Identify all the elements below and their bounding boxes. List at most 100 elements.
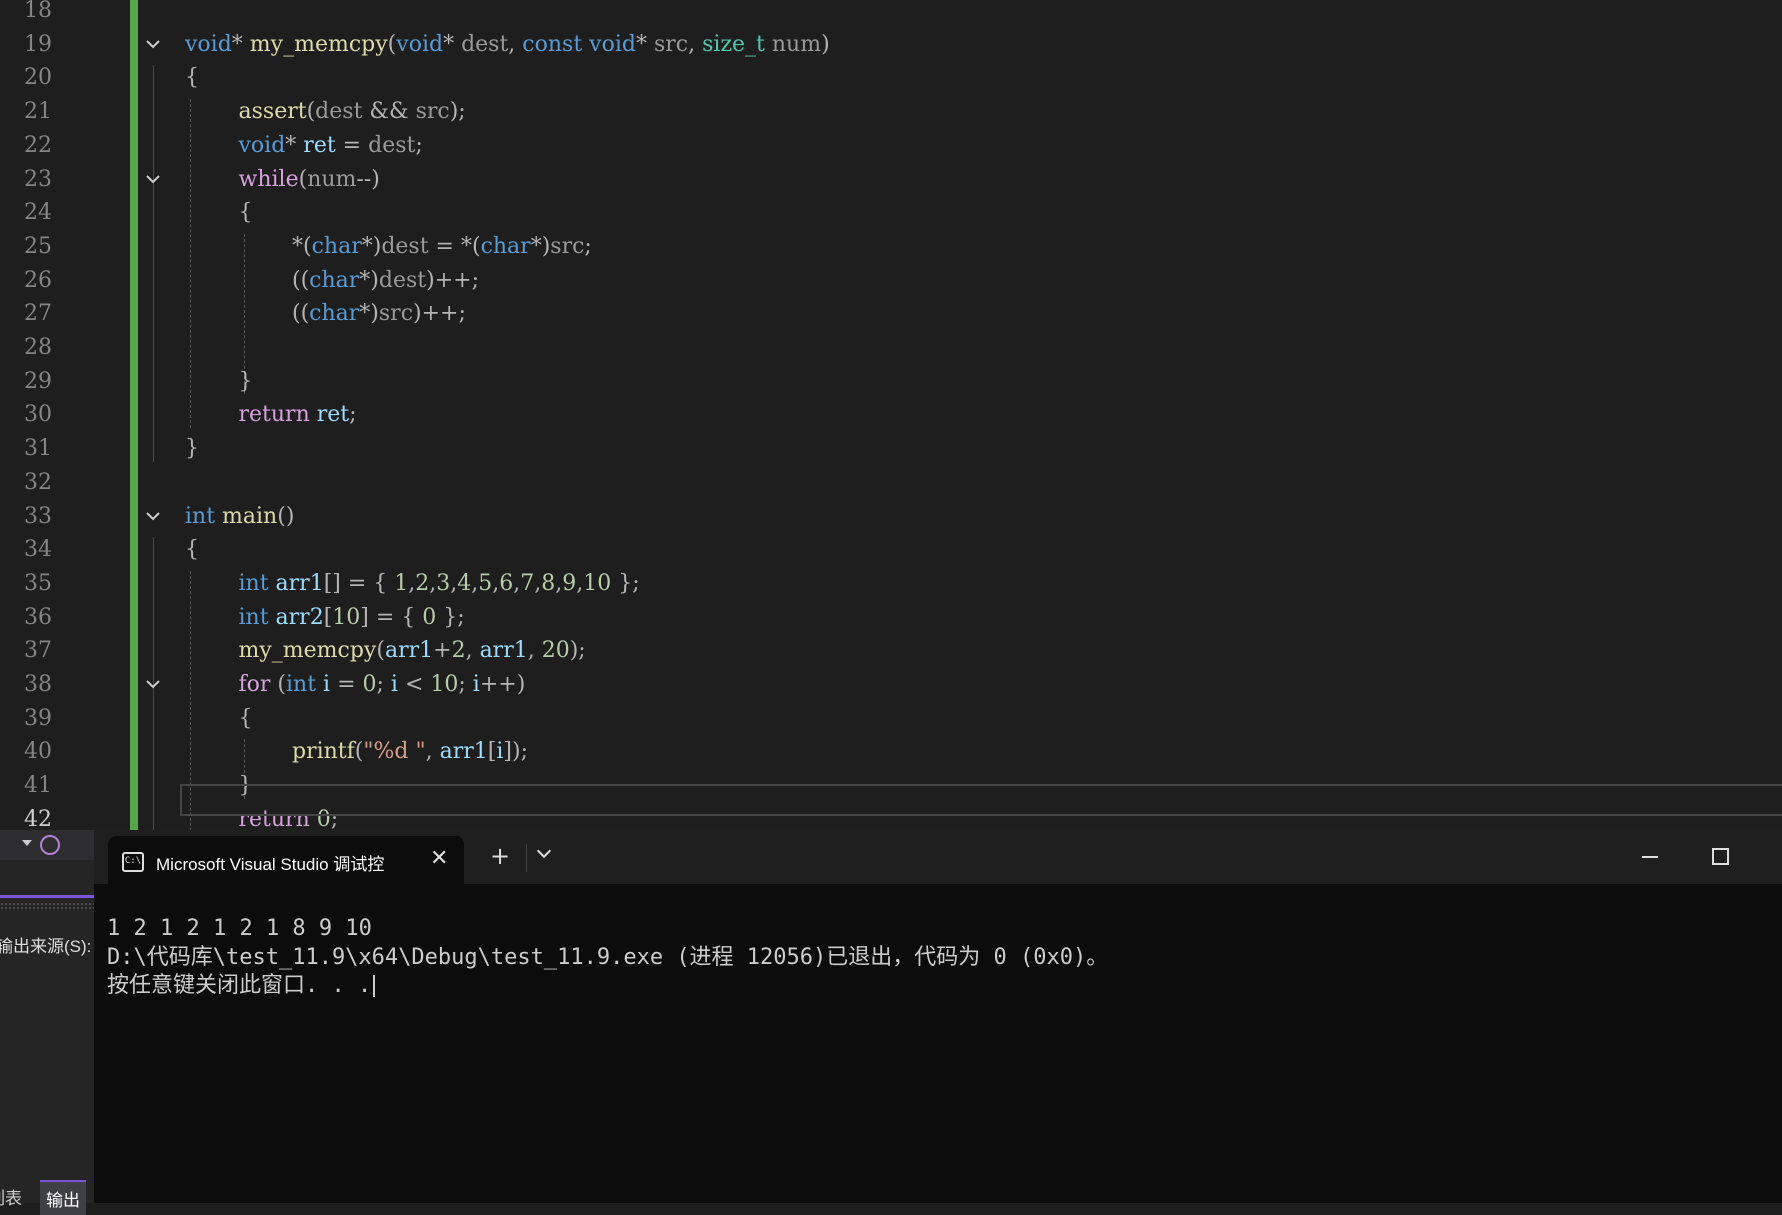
code-line[interactable]: while(num--) — [239, 163, 380, 197]
code-token: { — [238, 705, 253, 731]
line-number: 29 — [24, 368, 52, 394]
code-token: 3 — [436, 570, 451, 596]
code-token: 10 — [583, 570, 612, 596]
terminal-window[interactable]: C:\ Microsoft Visual Studio 调试控 ✕ + 1 2 … — [94, 830, 1782, 1203]
code-line[interactable]: } — [185, 432, 199, 466]
line-number: 26 — [24, 267, 52, 293]
code-token: printf — [292, 739, 355, 765]
divider — [526, 844, 527, 872]
code-token: = — [330, 672, 363, 697]
code-token: main — [222, 503, 278, 529]
code-token: ] = { — [360, 604, 423, 630]
code-token: = — [335, 132, 369, 158]
code-token: [] = { — [323, 570, 395, 596]
code-token: (( — [292, 301, 310, 327]
code-token: 2 — [451, 638, 466, 664]
code-token: * — [443, 31, 462, 57]
maximize-icon[interactable] — [1712, 848, 1729, 865]
code-token: 0 — [362, 672, 377, 697]
code-token: size_t — [702, 31, 765, 57]
code-token: 7 — [520, 570, 535, 596]
code-token: { — [185, 537, 199, 563]
panel-toolbar — [0, 830, 94, 860]
terminal-tab[interactable]: C:\ Microsoft Visual Studio 调试控 ✕ — [108, 836, 464, 884]
code-token: int — [238, 570, 269, 596]
dropdown-arrow-icon[interactable] — [22, 840, 32, 846]
code-line[interactable]: *(char*)dest = *(char*)src; — [292, 230, 592, 264]
copilot-icon[interactable] — [40, 835, 60, 855]
panel-tab-output[interactable]: 输出 — [40, 1180, 86, 1215]
code-token: 6 — [499, 570, 514, 596]
line-number: 42 — [24, 806, 52, 830]
code-token: my_memcpy — [238, 638, 377, 664]
line-number: 40 — [24, 739, 52, 765]
code-token: *) — [359, 301, 379, 327]
line-number: 36 — [24, 604, 52, 630]
output-source-label: 输出来源(S): — [0, 937, 92, 956]
code-line[interactable]: { — [239, 702, 253, 736]
chevron-down-icon[interactable] — [145, 676, 161, 692]
chevron-down-icon[interactable] — [145, 508, 161, 524]
new-tab-icon[interactable]: + — [490, 842, 510, 870]
code-token: void — [185, 31, 232, 57]
code-line[interactable]: int main() — [185, 500, 294, 534]
terminal-output-line: 1 2 1 2 1 2 1 8 9 10 — [107, 916, 372, 941]
panel-tab-list[interactable]: 列表 — [0, 1184, 22, 1209]
close-tab-icon[interactable]: ✕ — [430, 846, 448, 871]
code-token: ; — [349, 402, 357, 428]
code-token: 9 — [562, 570, 577, 596]
code-token: i — [472, 672, 480, 697]
code-editor[interactable]: 18 19 20 21 22 23 24 25 26 27 28 29 30 31 32 33 34 35 36 37… — [0, 0, 1782, 830]
code-token: src — [653, 31, 689, 57]
change-tracking-bar — [130, 0, 138, 830]
code-token: my_memcpy — [249, 31, 388, 57]
chevron-down-icon[interactable] — [145, 171, 161, 187]
code-line[interactable]: } — [239, 365, 253, 399]
code-line[interactable]: void* ret = dest; — [239, 129, 423, 163]
code-token: ++) — [479, 672, 526, 697]
code-line[interactable]: { — [185, 533, 199, 567]
code-line[interactable]: return ret; — [239, 398, 357, 432]
code-token: }; — [436, 604, 465, 630]
code-token: ) — [821, 31, 830, 57]
code-line[interactable]: my_memcpy(arr1+2, arr1, 20); — [239, 634, 586, 668]
line-number: 39 — [24, 705, 52, 731]
code-token: , — [508, 31, 523, 57]
panel-dotted-strip — [0, 902, 94, 910]
chevron-down-icon[interactable] — [536, 843, 552, 859]
code-token: *( — [292, 233, 312, 259]
code-token: { — [185, 65, 199, 91]
code-line[interactable]: int arr1[] = { 1,2,3,4,5,6,7,8,9,10 }; — [239, 567, 640, 601]
line-number: 37 — [24, 638, 52, 664]
terminal-tab-strip: C:\ Microsoft Visual Studio 调试控 ✕ + — [94, 830, 1782, 884]
code-token: *) — [530, 233, 551, 259]
code-line[interactable]: for (int i = 0; i < 10; i++) — [239, 668, 526, 702]
code-line[interactable]: { — [239, 196, 253, 230]
code-line[interactable]: { — [185, 61, 199, 95]
code-token: * — [285, 132, 304, 158]
code-token: void — [238, 132, 286, 158]
code-line[interactable]: void* my_memcpy(void* dest, const void* … — [185, 28, 830, 62]
code-token: (( — [292, 267, 310, 293]
code-token: + — [433, 638, 452, 664]
code-token: int — [185, 503, 216, 529]
line-number: 30 — [24, 402, 52, 428]
code-line[interactable]: assert(dest && src); — [239, 95, 466, 129]
chevron-down-icon[interactable] — [145, 36, 161, 52]
code-token: } — [185, 436, 199, 462]
code-line[interactable]: int arr2[10] = { 0 }; — [239, 601, 465, 635]
code-token: while — [238, 166, 299, 192]
code-token: ( — [298, 166, 308, 192]
code-line[interactable]: printf("%d ", arr1[i]); — [292, 735, 528, 769]
minimize-icon[interactable] — [1642, 856, 1658, 858]
panel-accent-line — [0, 895, 94, 898]
code-token: ( — [387, 31, 397, 57]
code-token: 10 — [430, 672, 459, 697]
code-line[interactable]: ((char*)src)++; — [292, 297, 466, 331]
code-token: char — [309, 301, 360, 327]
code-line[interactable]: ((char*)dest)++; — [292, 264, 479, 298]
